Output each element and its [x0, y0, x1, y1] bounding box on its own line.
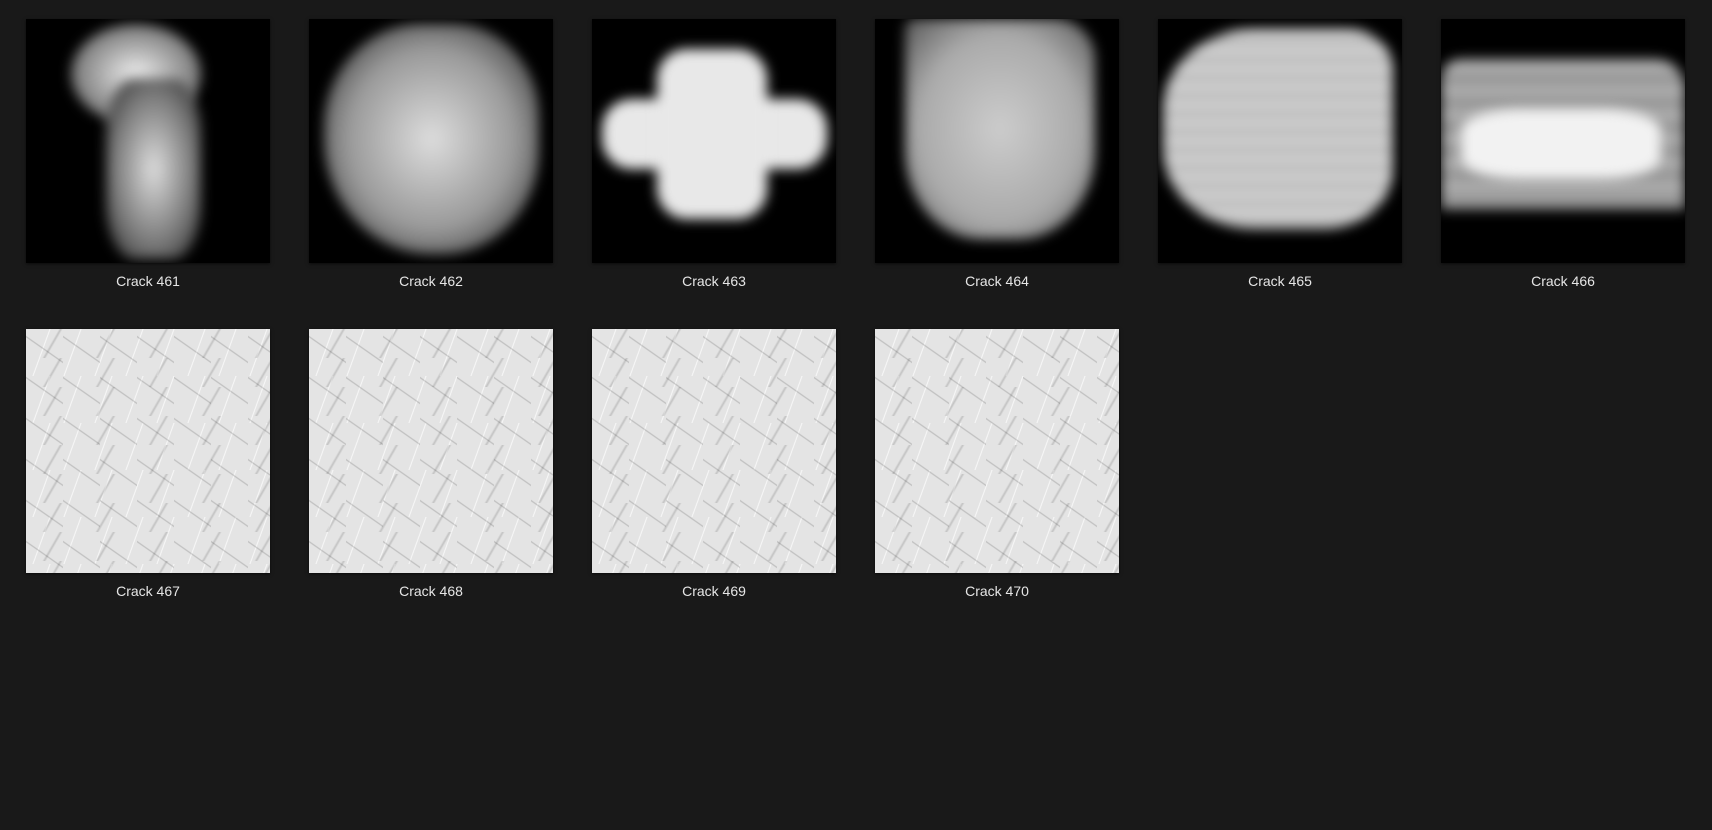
thumbnail-label: Crack 462 — [399, 273, 463, 289]
thumbnail-grid: Crack 461 Crack 462 Crack 463 Crack 464 … — [26, 19, 1685, 600]
thumbnail-image — [592, 19, 836, 263]
thumbnail-image — [309, 329, 553, 573]
thumbnail-image — [26, 329, 270, 573]
thumbnail-item-crack-469[interactable]: Crack 469 — [592, 329, 836, 600]
thumbnail-image — [875, 19, 1119, 263]
thumbnail-label: Crack 469 — [682, 583, 746, 599]
thumbnail-label: Crack 465 — [1248, 273, 1312, 289]
thumbnail-image — [592, 329, 836, 573]
thumbnail-item-crack-465[interactable]: Crack 465 — [1158, 19, 1402, 290]
thumbnail-item-crack-467[interactable]: Crack 467 — [26, 329, 270, 600]
thumbnail-image — [1441, 19, 1685, 263]
thumbnail-label: Crack 468 — [399, 583, 463, 599]
thumbnail-item-crack-470[interactable]: Crack 470 — [875, 329, 1119, 600]
thumbnail-item-crack-466[interactable]: Crack 466 — [1441, 19, 1685, 290]
thumbnail-label: Crack 461 — [116, 273, 180, 289]
thumbnail-label: Crack 466 — [1531, 273, 1595, 289]
thumbnail-item-crack-464[interactable]: Crack 464 — [875, 19, 1119, 290]
thumbnail-image — [875, 329, 1119, 573]
thumbnail-item-crack-463[interactable]: Crack 463 — [592, 19, 836, 290]
thumbnail-image — [1158, 19, 1402, 263]
thumbnail-label: Crack 470 — [965, 583, 1029, 599]
thumbnail-label: Crack 467 — [116, 583, 180, 599]
thumbnail-image — [309, 19, 553, 263]
thumbnail-label: Crack 463 — [682, 273, 746, 289]
thumbnail-item-crack-462[interactable]: Crack 462 — [309, 19, 553, 290]
thumbnail-label: Crack 464 — [965, 273, 1029, 289]
thumbnail-item-crack-468[interactable]: Crack 468 — [309, 329, 553, 600]
thumbnail-item-crack-461[interactable]: Crack 461 — [26, 19, 270, 290]
thumbnail-image — [26, 19, 270, 263]
